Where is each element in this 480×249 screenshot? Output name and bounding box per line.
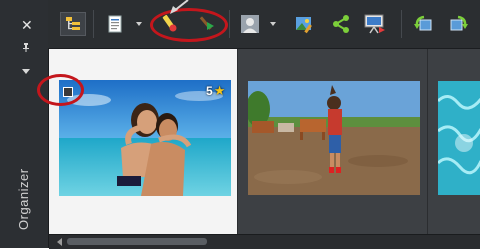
share-icon: [333, 15, 349, 33]
star-icon: ★: [213, 83, 226, 98]
toolbar: [48, 0, 480, 49]
thumbnail-grid: 5 ★: [37, 49, 480, 234]
pointer-arrow-icon: [170, 0, 189, 14]
rotate-left-icon: [414, 15, 432, 31]
horizontal-scrollbar[interactable]: [49, 234, 480, 249]
tree-view-button[interactable]: [60, 12, 86, 36]
thumbnail-tile[interactable]: [237, 49, 428, 234]
document-view-button[interactable]: [102, 12, 128, 36]
thumbnail-tile[interactable]: [427, 49, 480, 234]
rotate-right-button[interactable]: [446, 12, 472, 36]
toolbar-separator: [229, 10, 230, 38]
person-dropdown-icon[interactable]: [270, 22, 276, 26]
rating-badge: 5 ★: [206, 83, 225, 99]
chevron-down-icon[interactable]: [22, 69, 30, 74]
person-icon: [241, 15, 259, 33]
rotate-left-button[interactable]: [410, 12, 436, 36]
highlight-ring: [37, 74, 84, 106]
image-edit-icon: [296, 17, 312, 34]
pin-icon[interactable]: [23, 43, 29, 52]
person-button[interactable]: [237, 12, 263, 36]
organizer-side-panel: ✕ Organizer: [0, 0, 49, 248]
rating-value: 5: [206, 84, 213, 98]
photo-boy-cows[interactable]: [248, 81, 420, 195]
share-button[interactable]: [328, 12, 354, 36]
thumbnail-tile-selected[interactable]: 5 ★: [37, 49, 237, 234]
photo-pool-water[interactable]: [438, 81, 480, 195]
document-view-icon: [108, 15, 122, 33]
view-dropdown-icon[interactable]: [136, 22, 142, 26]
slideshow-icon: [364, 14, 385, 34]
scroll-thumb[interactable]: [67, 238, 207, 245]
panel-title: Organizer: [16, 168, 31, 230]
rotate-right-icon: [450, 15, 468, 31]
image-edit-button[interactable]: [292, 12, 318, 36]
scroll-left-icon[interactable]: [57, 238, 62, 246]
close-icon[interactable]: ✕: [21, 17, 33, 34]
toolbar-separator: [93, 10, 94, 38]
slideshow-button[interactable]: [362, 12, 388, 36]
toolbar-separator: [401, 10, 402, 38]
tree-view-icon: [66, 17, 80, 30]
